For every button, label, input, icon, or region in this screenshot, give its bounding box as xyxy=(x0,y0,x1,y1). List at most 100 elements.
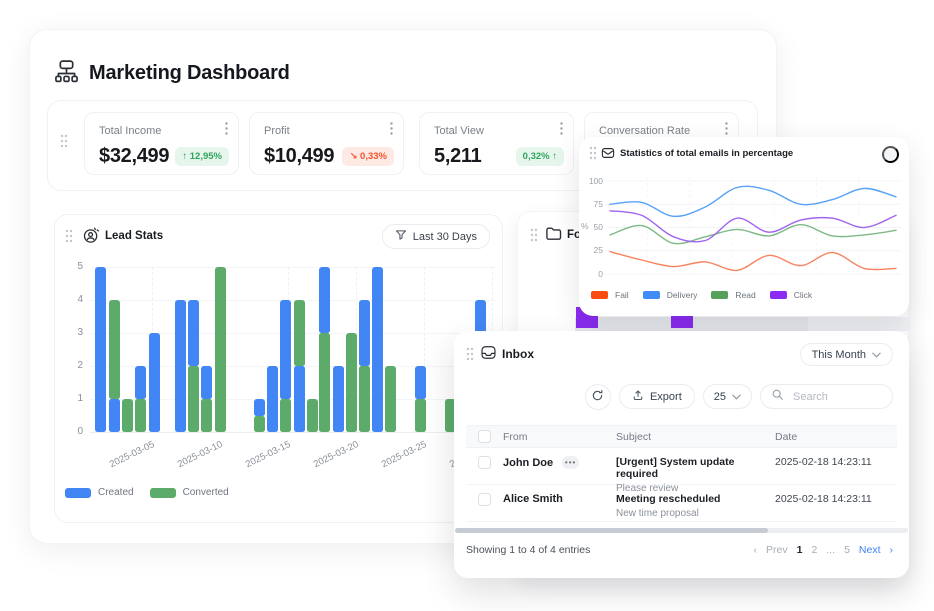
row-checkbox[interactable] xyxy=(478,493,491,506)
x-axis-label: 2025-03-05 xyxy=(108,439,157,470)
inbox-footer: Showing 1 to 4 of 4 entries ‹Prev12...5N… xyxy=(466,544,893,556)
y-axis-label: 3 xyxy=(67,327,83,338)
search-input[interactable] xyxy=(791,390,881,404)
bar-segment-converted[interactable] xyxy=(109,300,120,399)
export-label: Export xyxy=(650,391,682,403)
bar-segment-converted[interactable] xyxy=(201,399,212,432)
x-axis-label: 2025-03-25 xyxy=(380,439,429,470)
legend-item-read: Read xyxy=(711,290,755,300)
envelope-icon xyxy=(601,146,615,165)
subject-text: Meeting rescheduled xyxy=(616,493,775,505)
sender-name: Alice Smith xyxy=(503,493,563,505)
table-row[interactable]: John Doe•••[Urgent] System update requir… xyxy=(466,448,897,485)
lead-stats-header: Lead Stats Last 30 Days xyxy=(55,215,502,249)
bar-segment-converted[interactable] xyxy=(346,333,357,432)
bar-segment-converted[interactable] xyxy=(254,416,265,433)
filter-last-30-days-button[interactable]: Last 30 Days xyxy=(382,224,490,249)
page-5[interactable]: 5 xyxy=(844,544,850,556)
bar-segment-created[interactable] xyxy=(175,300,186,432)
bar-segment-created[interactable] xyxy=(294,366,305,432)
ellipsis[interactable]: ... xyxy=(826,544,835,556)
email-line-chart xyxy=(605,173,901,283)
bar-segment-created[interactable] xyxy=(109,399,120,432)
legend-label: Converted xyxy=(183,487,229,498)
kebab-menu-icon[interactable] xyxy=(225,122,228,140)
next-button[interactable]: Next xyxy=(859,544,881,556)
page-1[interactable]: 1 xyxy=(797,544,803,556)
bar-segment-created[interactable] xyxy=(188,300,199,366)
inbox-table: FromSubjectDate John Doe•••[Urgent] Syst… xyxy=(466,425,897,522)
select-all-checkbox[interactable] xyxy=(478,430,491,443)
bar-segment-created[interactable] xyxy=(135,366,146,399)
horizontal-scrollbar-track[interactable] xyxy=(455,528,908,533)
legend-swatch xyxy=(591,291,608,299)
bar-segment-created[interactable] xyxy=(201,366,212,399)
drag-handle-icon[interactable] xyxy=(466,347,474,366)
bar-segment-created[interactable] xyxy=(333,366,344,432)
bar-segment-converted[interactable] xyxy=(280,399,291,432)
kebab-menu-icon[interactable] xyxy=(390,122,393,140)
page-2[interactable]: 2 xyxy=(811,544,817,556)
bar-segment-converted[interactable] xyxy=(122,399,133,432)
stat-card-top: Conversation Rate xyxy=(585,113,738,140)
legend-item-click: Click xyxy=(770,290,812,300)
refresh-button[interactable] xyxy=(585,384,611,410)
email-stats-title: Statistics of total emails in percentage xyxy=(620,148,793,159)
prev-button[interactable]: Prev xyxy=(766,544,788,556)
more-options-button[interactable] xyxy=(882,146,899,163)
legend-label: Created xyxy=(98,487,134,498)
page-size-select[interactable]: 25 xyxy=(703,384,752,409)
y-axis-label: 25 xyxy=(585,245,603,255)
inbox-toolbar: Export 25 xyxy=(454,384,893,409)
stat-card-top: Total Income xyxy=(85,113,238,140)
drag-handle-icon[interactable] xyxy=(65,229,73,248)
bar-segment-converted[interactable] xyxy=(135,399,146,432)
gridline xyxy=(90,300,496,301)
export-button[interactable]: Export xyxy=(619,384,695,409)
folder-icon xyxy=(545,225,562,247)
bar-segment-created[interactable] xyxy=(319,267,330,333)
from-cell: John Doe ••• xyxy=(503,456,616,469)
sender-name: John Doe xyxy=(503,457,553,469)
stat-card-total-view: Total View5,2110,32% ↑ xyxy=(419,112,574,175)
bar-segment-converted[interactable] xyxy=(188,366,199,432)
header-checkbox-cell xyxy=(466,430,503,443)
bar-segment-created[interactable] xyxy=(280,300,291,399)
bar-segment-converted[interactable] xyxy=(215,267,226,432)
bar-segment-created[interactable] xyxy=(254,399,265,416)
drag-handle-icon[interactable] xyxy=(589,146,597,165)
stat-label: Profit xyxy=(264,125,290,137)
bar-segment-created[interactable] xyxy=(149,333,160,432)
row-more-button[interactable]: ••• xyxy=(562,456,579,469)
bar-segment-converted[interactable] xyxy=(294,300,305,366)
drag-handle-icon[interactable] xyxy=(60,134,68,153)
folder-chart-strip-light xyxy=(808,317,910,331)
prev-arrow-icon[interactable]: ‹ xyxy=(754,544,758,556)
bar-segment-converted[interactable] xyxy=(359,366,370,432)
drag-handle-icon[interactable] xyxy=(530,228,538,247)
bar-segment-converted[interactable] xyxy=(415,399,426,432)
bar-segment-created[interactable] xyxy=(372,267,383,432)
stat-card-top: Profit xyxy=(250,113,403,140)
horizontal-scrollbar-thumb[interactable] xyxy=(455,528,768,533)
bar-segment-converted[interactable] xyxy=(319,333,330,432)
period-select[interactable]: This Month xyxy=(800,343,893,366)
email-chart-unit-label: % xyxy=(581,221,589,231)
stat-trend-badge: ↘ 0,33% xyxy=(342,147,394,166)
inbox-card: Inbox This Month Ex xyxy=(454,331,909,578)
bar-segment-created[interactable] xyxy=(267,366,278,432)
bar-segment-created[interactable] xyxy=(359,300,370,366)
bar-segment-converted[interactable] xyxy=(385,366,396,432)
legend-item-delivery: Delivery xyxy=(643,290,698,300)
bar-segment-created[interactable] xyxy=(95,267,106,432)
row-checkbox[interactable] xyxy=(478,456,491,469)
kebab-menu-icon[interactable] xyxy=(560,122,563,140)
bar-segment-created[interactable] xyxy=(415,366,426,399)
stat-card-top: Total View xyxy=(420,113,573,140)
legend-item-fail: Fail xyxy=(591,290,629,300)
y-axis-label: 75 xyxy=(585,199,603,209)
inbox-title: Inbox xyxy=(502,347,534,361)
bar-segment-converted[interactable] xyxy=(307,399,318,432)
lead-chart-legend: Created Converted xyxy=(65,487,229,498)
next-arrow-icon[interactable]: › xyxy=(890,544,894,556)
